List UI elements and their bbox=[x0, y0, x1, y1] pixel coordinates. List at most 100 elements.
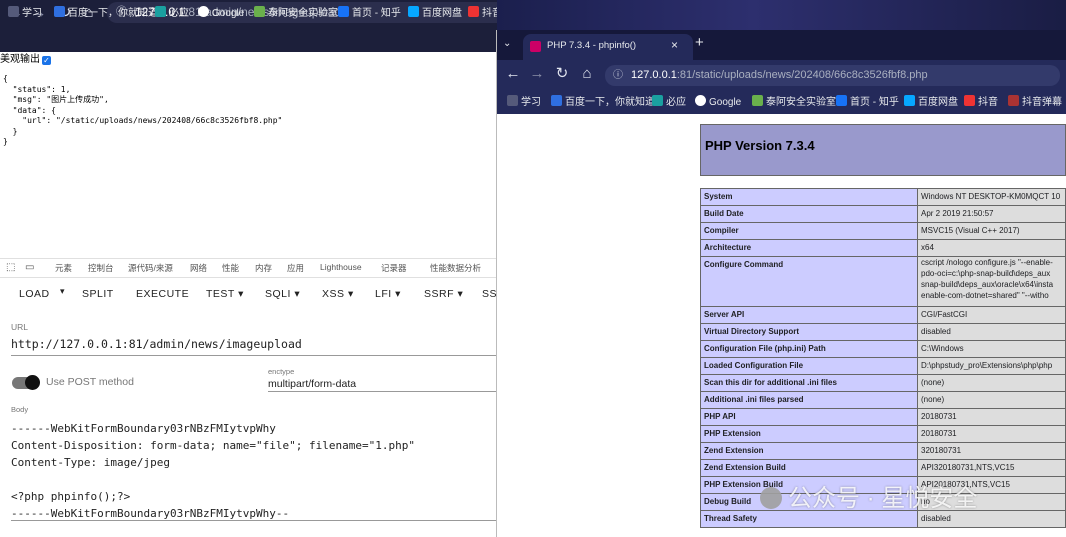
bookmark-item[interactable]: 学习 bbox=[8, 6, 42, 21]
zhihu-icon bbox=[836, 95, 847, 106]
bookmark-item[interactable]: 必应 bbox=[155, 6, 189, 21]
new-tab-icon[interactable]: + bbox=[695, 34, 704, 51]
load-dropdown-icon[interactable]: ▾ bbox=[60, 286, 65, 297]
phpinfo-key: Thread Safety bbox=[700, 510, 918, 528]
body-textarea[interactable]: ------WebKitFormBoundary03rNBzFMIytvpWhy… bbox=[11, 420, 497, 522]
xss-menu[interactable]: XSS ▾ bbox=[322, 288, 354, 300]
phpinfo-row: Virtual Directory Support disabled bbox=[700, 323, 1066, 341]
baidu-pan-icon bbox=[408, 6, 419, 17]
phpinfo-row: Configuration File (php.ini) Path C:\Wind… bbox=[700, 340, 1066, 358]
baidu-icon bbox=[54, 6, 65, 17]
pretty-print-checkbox[interactable]: ✓ bbox=[42, 56, 51, 65]
tab-network[interactable]: 网络 bbox=[190, 262, 207, 274]
tab-performance[interactable]: 性能 bbox=[222, 262, 239, 274]
phpinfo-key: Zend Extension bbox=[700, 442, 918, 460]
bookmark-item[interactable]: 抖音 bbox=[964, 95, 998, 110]
lab-icon bbox=[752, 95, 763, 106]
bookmark-item[interactable]: 泰阿安全实验室 bbox=[752, 95, 836, 110]
phpinfo-key: Virtual Directory Support bbox=[700, 323, 918, 341]
phpinfo-row: Additional .ini files parsed (none) bbox=[700, 391, 1066, 409]
tab-phpinfo[interactable]: PHP 7.3.4 - phpinfo() × bbox=[523, 34, 693, 60]
pretty-print-bar: 美观输出 ✓ bbox=[0, 52, 497, 67]
phpinfo-key: PHP Extension bbox=[700, 425, 918, 443]
phpinfo-value: Windows NT DESKTOP-KM0MQCT 10 bbox=[917, 188, 1066, 206]
body-underline bbox=[11, 520, 497, 521]
phpinfo-value: Apr 2 2019 21:50:57 bbox=[917, 205, 1066, 223]
chevron-down-icon: ▾ bbox=[395, 288, 401, 300]
bookmark-item[interactable]: 抖音弹幕 bbox=[1008, 95, 1062, 110]
phpinfo-key: Configuration File (php.ini) Path bbox=[700, 340, 918, 358]
site-info-icon[interactable]: ⓘ bbox=[613, 65, 623, 86]
inspect-icon[interactable]: ⬚ bbox=[6, 262, 15, 273]
load-button[interactable]: LOAD bbox=[19, 288, 50, 300]
devtools-tab-bar bbox=[0, 258, 497, 278]
tab-search-icon[interactable]: ⌄ bbox=[503, 38, 511, 49]
back-icon[interactable]: ← bbox=[504, 65, 522, 83]
url-label: URL bbox=[11, 322, 29, 332]
enctype-label: enctype bbox=[268, 367, 295, 376]
bookmark-item[interactable]: 百度一下，你就知道 bbox=[551, 95, 655, 110]
phpinfo-value: 320180731 bbox=[917, 442, 1066, 460]
home-icon[interactable]: ⌂ bbox=[578, 65, 596, 83]
right-url-host: 127.0.0.1 bbox=[631, 69, 677, 81]
sqli-menu[interactable]: SQLI ▾ bbox=[265, 288, 300, 300]
bookmark-item[interactable]: 百度一下，你就知道 bbox=[54, 6, 158, 21]
lfi-menu[interactable]: LFI ▾ bbox=[375, 288, 401, 300]
bookmark-item[interactable]: 百度网盘 bbox=[904, 95, 958, 110]
phpinfo-value: (none) bbox=[917, 374, 1066, 392]
tab-lighthouse[interactable]: Lighthouse bbox=[320, 262, 362, 272]
phpinfo-value: disabled bbox=[917, 510, 1066, 528]
device-toggle-icon[interactable]: ▭ bbox=[25, 262, 34, 273]
phpinfo-value: CGI/FastCGI bbox=[917, 306, 1066, 324]
enctype-select[interactable]: multipart/form-data bbox=[268, 378, 356, 390]
hackbar-url-input[interactable]: http://127.0.0.1:81/admin/news/imageuplo… bbox=[11, 337, 302, 351]
phpinfo-row: Thread Safety disabled bbox=[700, 510, 1066, 528]
danmaku-icon bbox=[1008, 95, 1019, 106]
phpinfo-row: PHP API 20180731 bbox=[700, 408, 1066, 426]
bookmark-item[interactable]: 首页 - 知乎 bbox=[338, 6, 401, 21]
bookmark-item[interactable]: 首页 - 知乎 bbox=[836, 95, 899, 110]
php-favicon-icon bbox=[530, 41, 541, 52]
enctype-underline bbox=[268, 391, 497, 392]
google-icon bbox=[695, 95, 706, 106]
bookmark-item[interactable]: Google bbox=[198, 6, 244, 21]
bookmark-item[interactable]: Google bbox=[695, 95, 741, 110]
execute-button[interactable]: EXECUTE bbox=[136, 288, 189, 300]
tab-application[interactable]: 应用 bbox=[287, 262, 304, 274]
right-address-bar[interactable]: ⓘ 127.0.0.1:81/static/uploads/news/20240… bbox=[605, 65, 1060, 86]
tab-memory[interactable]: 内存 bbox=[255, 262, 272, 274]
reload-icon[interactable]: ↻ bbox=[553, 65, 571, 83]
close-tab-icon[interactable]: × bbox=[671, 38, 678, 52]
phpinfo-key: Server API bbox=[700, 306, 918, 324]
tab-recorder[interactable]: 记录器 bbox=[381, 262, 407, 274]
bookmark-item[interactable]: 百度网盘 bbox=[408, 6, 462, 21]
phpinfo-row: Loaded Configuration File D:\phpstudy_pro… bbox=[700, 357, 1066, 375]
lab-icon bbox=[254, 6, 265, 17]
chevron-down-icon: ▾ bbox=[294, 288, 301, 300]
phpinfo-value: 20180731 bbox=[917, 408, 1066, 426]
ssti-menu[interactable]: SS bbox=[482, 288, 497, 300]
window-divider bbox=[496, 30, 497, 537]
tab-sources[interactable]: 源代码/来源 bbox=[128, 262, 173, 274]
chevron-down-icon: ▾ bbox=[347, 288, 354, 300]
google-icon bbox=[198, 6, 209, 17]
phpinfo-key: Architecture bbox=[700, 239, 918, 257]
chevron-down-icon: ▾ bbox=[238, 288, 244, 300]
post-method-toggle-knob[interactable] bbox=[25, 375, 40, 390]
bookmark-item[interactable]: 学习 bbox=[507, 95, 541, 110]
tab-elements[interactable]: 元素 bbox=[55, 262, 72, 274]
forward-icon[interactable]: → bbox=[528, 65, 546, 83]
test-menu[interactable]: TEST ▾ bbox=[206, 288, 244, 300]
phpinfo-value: D:\phpstudy_pro\Extensions\php\php bbox=[917, 357, 1066, 375]
bookmark-item[interactable]: 必应 bbox=[652, 95, 686, 110]
bookmark-item[interactable]: 泰阿安全实验室 bbox=[254, 6, 338, 21]
baidu-icon bbox=[551, 95, 562, 106]
tab-performance-insights[interactable]: 性能数据分析 bbox=[430, 262, 481, 274]
ssrf-menu[interactable]: SSRF ▾ bbox=[424, 288, 463, 300]
tab-console[interactable]: 控制台 bbox=[88, 262, 114, 274]
url-underline bbox=[11, 355, 497, 356]
split-button[interactable]: SPLIT bbox=[82, 288, 114, 300]
left-bookmarks-bar bbox=[0, 25, 497, 52]
phpinfo-table: System Windows NT DESKTOP-KM0MQCT 10 Build… bbox=[700, 188, 1066, 528]
phpinfo-value: (none) bbox=[917, 391, 1066, 409]
